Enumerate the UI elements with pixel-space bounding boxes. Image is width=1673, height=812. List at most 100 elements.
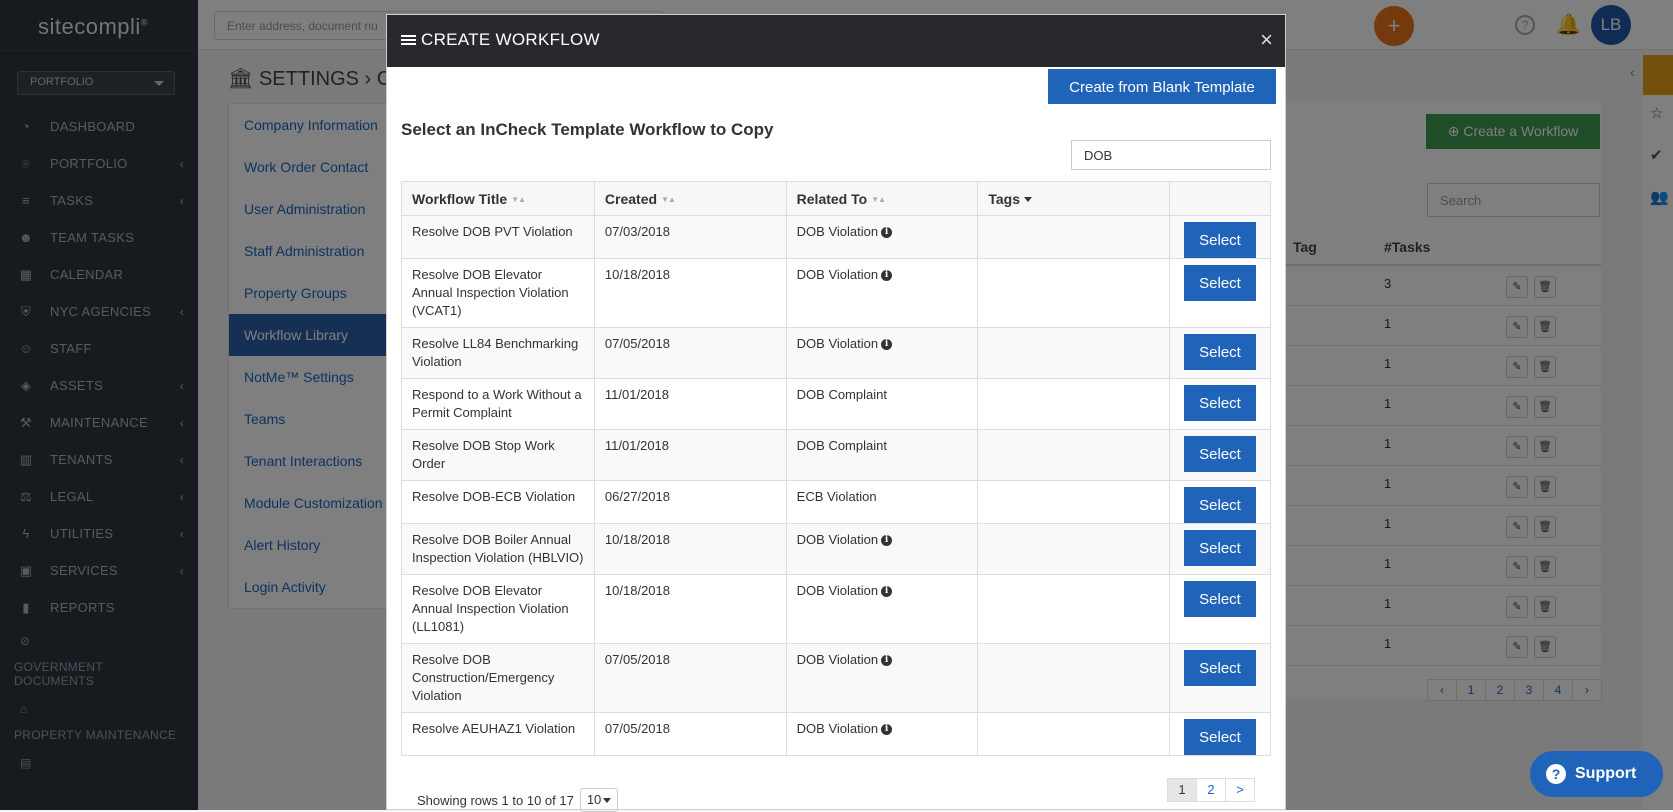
- action-cell: Select: [1169, 574, 1271, 644]
- info-icon[interactable]: i: [881, 724, 893, 736]
- rows-summary: Showing rows 1 to 10 of 17 10: [417, 788, 619, 812]
- related-to-cell: DOB Violation i: [785, 327, 979, 379]
- select-button[interactable]: Select: [1184, 265, 1257, 301]
- related-to-cell: DOB Violation i: [785, 215, 979, 259]
- tags-cell: [977, 480, 1171, 524]
- action-cell: Select: [1169, 643, 1271, 713]
- created-cell: 10/18/2018: [593, 258, 787, 328]
- created-cell: 06/27/2018: [593, 480, 787, 524]
- workflow-title-cell: Respond to a Work Without a Permit Compl…: [401, 378, 595, 430]
- table-row: Resolve DOB Construction/Emergency Viola…: [401, 643, 1271, 713]
- action-cell: Select: [1169, 523, 1271, 575]
- related-to-cell: DOB Violation i: [785, 574, 979, 644]
- create-from-blank-button[interactable]: Create from Blank Template: [1048, 69, 1276, 104]
- table-row: Resolve DOB Elevator Annual Inspection V…: [401, 574, 1271, 644]
- sort-icon: ▼▲: [511, 195, 526, 205]
- workflow-title-cell: Resolve AEUHAZ1 Violation: [401, 712, 595, 756]
- created-cell: 10/18/2018: [593, 523, 787, 575]
- tags-cell: [977, 215, 1171, 259]
- tags-cell: [977, 574, 1171, 644]
- page-1-button[interactable]: 1: [1167, 778, 1197, 802]
- modal-subtitle: Select an InCheck Template Workflow to C…: [401, 120, 774, 139]
- table-row: Resolve DOB-ECB Violation 06/27/2018 ECB V…: [401, 480, 1271, 524]
- related-to-cell: DOB Violation i: [785, 523, 979, 575]
- tags-cell: [977, 429, 1171, 481]
- related-to-cell: DOB Violation i: [785, 258, 979, 328]
- action-cell: Select: [1169, 712, 1271, 756]
- next-page-button[interactable]: >: [1225, 778, 1255, 802]
- info-icon[interactable]: i: [881, 535, 893, 547]
- created-cell: 10/18/2018: [593, 574, 787, 644]
- table-row: Resolve LL84 Benchmarking Violation 07/05…: [401, 327, 1271, 379]
- tags-cell: [977, 258, 1171, 328]
- info-icon[interactable]: i: [881, 655, 893, 667]
- help-icon: ?: [1546, 764, 1566, 784]
- action-cell: Select: [1169, 378, 1271, 430]
- sort-icon: ▼▲: [661, 195, 676, 205]
- modal-title: CREATE WORKFLOW: [401, 30, 600, 50]
- created-cell: 07/03/2018: [593, 215, 787, 259]
- sort-icon: ▼▲: [871, 195, 886, 205]
- created-cell: 07/05/2018: [593, 643, 787, 713]
- action-cell: Select: [1169, 327, 1271, 379]
- action-cell: Select: [1169, 480, 1271, 524]
- col-action: [1169, 181, 1271, 216]
- col-workflow-title[interactable]: Workflow Title ▼▲: [401, 181, 595, 216]
- workflow-title-cell: Resolve DOB PVT Violation: [401, 215, 595, 259]
- table-row: Resolve DOB Boiler Annual Inspection Vio…: [401, 523, 1271, 575]
- modal-pager: 1 2 >: [1167, 778, 1255, 802]
- info-icon[interactable]: i: [881, 586, 893, 598]
- tags-cell: [977, 712, 1171, 756]
- table-row: Resolve AEUHAZ1 Violation 07/05/2018 DOB V…: [401, 712, 1271, 756]
- list-icon: [401, 33, 416, 47]
- workflow-title-cell: Resolve DOB Elevator Annual Inspection V…: [401, 258, 595, 328]
- support-button[interactable]: ? Support: [1530, 751, 1663, 797]
- select-button[interactable]: Select: [1184, 530, 1257, 566]
- col-tags[interactable]: Tags: [977, 181, 1171, 216]
- close-button[interactable]: ×: [1260, 27, 1273, 53]
- related-to-cell: DOB Complaint: [785, 378, 979, 430]
- table-row: Resolve DOB Elevator Annual Inspection V…: [401, 258, 1271, 328]
- tags-cell: [977, 378, 1171, 430]
- create-workflow-modal: CREATE WORKFLOW × Create from Blank Temp…: [386, 14, 1286, 812]
- select-button[interactable]: Select: [1184, 650, 1257, 686]
- select-button[interactable]: Select: [1184, 385, 1257, 421]
- info-icon[interactable]: i: [881, 270, 893, 282]
- select-button[interactable]: Select: [1184, 487, 1257, 523]
- template-filter-input[interactable]: [1071, 140, 1271, 170]
- action-cell: Select: [1169, 215, 1271, 259]
- tags-cell: [977, 643, 1171, 713]
- created-cell: 07/05/2018: [593, 327, 787, 379]
- tags-cell: [977, 327, 1171, 379]
- col-related-to[interactable]: Related To ▼▲: [785, 181, 979, 216]
- workflow-title-cell: Resolve LL84 Benchmarking Violation: [401, 327, 595, 379]
- workflow-title-cell: Resolve DOB Construction/Emergency Viola…: [401, 643, 595, 713]
- select-button[interactable]: Select: [1184, 222, 1257, 258]
- related-to-cell: DOB Violation i: [785, 712, 979, 756]
- select-button[interactable]: Select: [1184, 436, 1257, 472]
- workflow-title-cell: Resolve DOB Stop Work Order: [401, 429, 595, 481]
- select-button[interactable]: Select: [1184, 581, 1257, 617]
- action-cell: Select: [1169, 258, 1271, 328]
- select-button[interactable]: Select: [1184, 719, 1257, 755]
- caret-down-icon: [1024, 197, 1033, 203]
- info-icon[interactable]: i: [881, 227, 893, 239]
- workflow-title-cell: Resolve DOB Boiler Annual Inspection Vio…: [401, 523, 595, 575]
- modal-header: CREATE WORKFLOW ×: [387, 15, 1285, 67]
- related-to-cell: DOB Violation i: [785, 643, 979, 713]
- page-2-button[interactable]: 2: [1196, 778, 1226, 802]
- caret-down-icon: [603, 798, 612, 804]
- table-row: Respond to a Work Without a Permit Compl…: [401, 378, 1271, 430]
- created-cell: 07/05/2018: [593, 712, 787, 756]
- tags-cell: [977, 523, 1171, 575]
- related-to-cell: DOB Complaint: [785, 429, 979, 481]
- workflow-title-cell: Resolve DOB-ECB Violation: [401, 480, 595, 524]
- created-cell: 11/01/2018: [593, 429, 787, 481]
- template-table: Workflow Title ▼▲ Created ▼▲ Related To ▼▲ …: [401, 181, 1271, 756]
- page-size-select[interactable]: 10: [579, 788, 619, 812]
- table-row: Resolve DOB Stop Work Order 11/01/2018 DOB…: [401, 429, 1271, 481]
- workflow-title-cell: Resolve DOB Elevator Annual Inspection V…: [401, 574, 595, 644]
- col-created[interactable]: Created ▼▲: [593, 181, 787, 216]
- select-button[interactable]: Select: [1184, 334, 1257, 370]
- info-icon[interactable]: i: [881, 339, 893, 351]
